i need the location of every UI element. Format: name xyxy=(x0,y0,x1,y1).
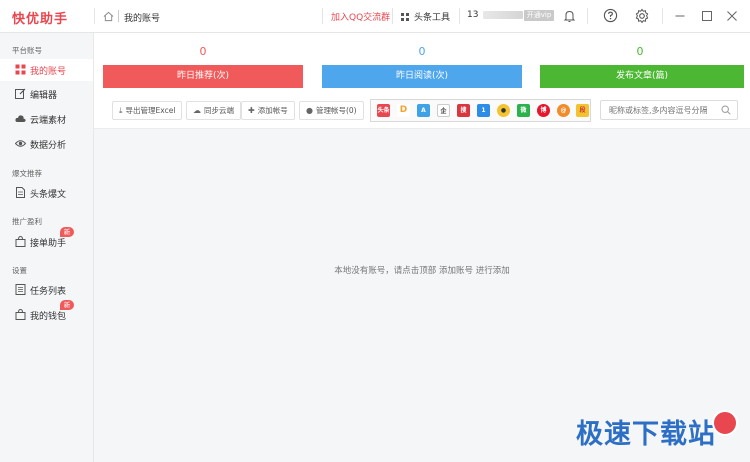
close-icon[interactable] xyxy=(724,8,740,24)
search-icon[interactable] xyxy=(721,105,731,115)
add-label: 添加帐号 xyxy=(257,106,288,115)
divider xyxy=(94,8,95,24)
sidebar-item-editor[interactable]: 编辑器 xyxy=(0,83,93,105)
phone-mask xyxy=(483,11,523,19)
bag-icon xyxy=(15,236,26,247)
recommend-label: 昨日推荐(次) xyxy=(103,65,303,88)
toutiao-platform-icon[interactable]: 头条 xyxy=(377,104,390,117)
breadcrumb-separator xyxy=(118,10,119,22)
manage-accounts-button[interactable]: ● 管理帐号(0) xyxy=(299,101,364,120)
section-title-settings: 设置 xyxy=(12,266,27,275)
sidebar-item-task-list[interactable]: 任务列表 xyxy=(0,279,93,301)
section-title-hot-articles: 爆文推荐 xyxy=(12,169,42,178)
other-platform-icon[interactable]: 段 xyxy=(576,104,589,117)
user-icon: ● xyxy=(306,106,313,115)
sidebar-item-data-analysis[interactable]: 数据分析 xyxy=(0,133,93,155)
sidebar-item-cloud-materials[interactable]: 云端素材 xyxy=(0,108,93,130)
read-label: 昨日阅读(次) xyxy=(322,65,522,88)
edit-icon xyxy=(15,88,26,99)
yidian-platform-icon[interactable]: 1 xyxy=(477,104,490,117)
user-phone: 13 xyxy=(467,10,479,20)
recommend-count: 0 xyxy=(199,45,207,58)
grid-icon xyxy=(401,13,409,21)
maximize-icon[interactable] xyxy=(699,8,715,24)
divider xyxy=(662,8,663,24)
wechat-platform-icon[interactable]: 微 xyxy=(517,104,530,117)
section-title-accounts: 平台账号 xyxy=(12,46,42,55)
wallet-icon xyxy=(15,309,26,320)
sidebar-item-toutiao-hot[interactable]: 头条爆文 xyxy=(0,182,93,204)
publish-count: 0 xyxy=(636,45,644,58)
platform-filter-bar: 头条 D A 企 搜 1 ● 微 博 @ 段 xyxy=(370,99,591,122)
new-badge: 新 xyxy=(60,227,74,237)
sync-cloud-button[interactable]: ☁ 同步云端 xyxy=(186,101,241,120)
eye-icon xyxy=(15,140,26,147)
main-panel: 0 0 0 昨日推荐(次) 昨日阅读(次) 发布文章(篇) ⤓ 导出管理Excel… xyxy=(94,33,750,462)
cloud-icon xyxy=(15,115,26,122)
sidebar-item-label: 头条爆文 xyxy=(30,190,67,200)
sidebar-item-order-assistant[interactable]: 接单助手 xyxy=(0,231,93,253)
breadcrumb: 我的账号 xyxy=(124,14,161,24)
sidebar-item-label: 编辑器 xyxy=(30,91,58,101)
uc-platform-icon[interactable]: @ xyxy=(557,104,570,117)
home-icon[interactable] xyxy=(103,11,114,22)
publish-label: 发布文章(篇) xyxy=(540,65,744,88)
gear-icon[interactable] xyxy=(634,8,650,24)
empty-state-message: 本地没有账号，请点击顶部 添加账号 进行添加 xyxy=(334,266,510,276)
sync-label: 同步云端 xyxy=(204,106,234,115)
watermark-logo-icon xyxy=(712,410,738,436)
app-title: 快优助手 xyxy=(12,12,69,27)
sidebar-item-my-wallet[interactable]: 我的钱包 xyxy=(0,304,93,326)
help-icon[interactable] xyxy=(603,8,618,23)
weibo-platform-icon[interactable]: 博 xyxy=(537,104,550,117)
sidebar-item-label: 接单助手 xyxy=(30,239,67,249)
dayu-platform-icon[interactable]: A xyxy=(417,104,430,117)
export-label: 导出管理Excel xyxy=(125,106,176,115)
cloud-upload-icon: ☁ xyxy=(193,106,201,115)
sidebar-item-label: 数据分析 xyxy=(30,141,67,151)
minimize-icon[interactable] xyxy=(672,8,688,24)
tools-label: 头条工具 xyxy=(414,13,451,23)
qq-group-link[interactable]: 加入QQ交流群 xyxy=(331,10,390,23)
sohu-platform-icon[interactable]: 搜 xyxy=(457,104,470,117)
divider xyxy=(322,8,323,24)
manage-label: 管理帐号(0) xyxy=(315,106,357,115)
grid-icon xyxy=(15,64,26,75)
sidebar: 平台账号 我的账号 编辑器 云端素材 数据分析 爆文推荐 头条爆文 推广盈利 接… xyxy=(0,33,94,462)
baijia-platform-icon[interactable]: D xyxy=(397,104,410,117)
download-icon: ⤓ xyxy=(119,106,123,115)
toutiao-tools-button[interactable]: 头条工具 xyxy=(401,10,450,23)
sidebar-item-label: 我的账号 xyxy=(30,67,67,77)
title-bar: 快优助手 我的账号 加入QQ交流群 头条工具 13 开通vip xyxy=(0,0,750,33)
vip-button[interactable]: 开通vip xyxy=(524,10,554,21)
bell-icon[interactable] xyxy=(563,9,576,23)
new-badge: 新 xyxy=(60,300,74,310)
search-field[interactable] xyxy=(600,100,738,120)
divider xyxy=(392,8,393,24)
plus-icon: ✚ xyxy=(248,106,255,115)
export-excel-button[interactable]: ⤓ 导出管理Excel xyxy=(112,101,183,120)
watermark-text: 极速下载站 xyxy=(576,419,716,450)
divider xyxy=(587,8,588,24)
read-count: 0 xyxy=(418,45,426,58)
sidebar-item-my-accounts[interactable]: 我的账号 xyxy=(0,59,93,81)
divider xyxy=(459,8,460,24)
list-icon xyxy=(15,284,26,295)
document-icon xyxy=(16,187,25,198)
wangyi-platform-icon[interactable]: ● xyxy=(497,104,510,117)
section-title-promotion: 推广盈利 xyxy=(12,217,42,226)
add-account-button[interactable]: ✚ 添加帐号 xyxy=(241,101,295,120)
search-input[interactable] xyxy=(609,104,721,116)
sidebar-item-label: 任务列表 xyxy=(30,287,67,297)
qie-platform-icon[interactable]: 企 xyxy=(437,104,450,117)
sidebar-item-label: 云端素材 xyxy=(30,116,67,126)
sidebar-item-label: 我的钱包 xyxy=(30,312,67,322)
